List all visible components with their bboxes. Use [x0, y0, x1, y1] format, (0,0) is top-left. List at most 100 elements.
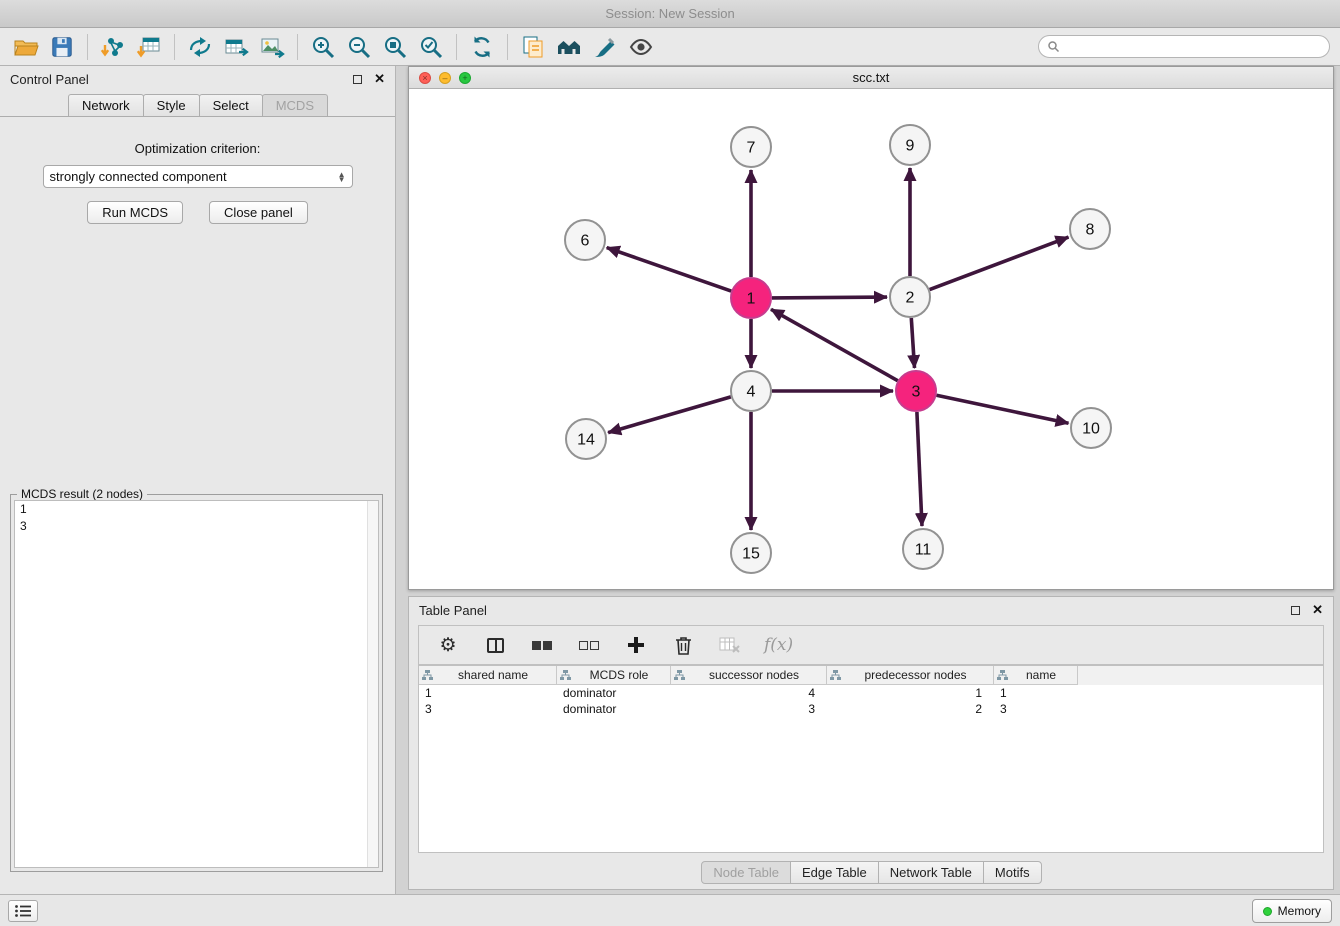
graph-node-8[interactable]: 8: [1070, 209, 1110, 249]
column-header-name[interactable]: name: [994, 666, 1078, 685]
table-cell[interactable]: 3: [671, 701, 827, 717]
search-input[interactable]: [1066, 40, 1321, 54]
column-header-successor-nodes[interactable]: successor nodes: [671, 666, 827, 685]
table-cell[interactable]: dominator: [557, 685, 671, 701]
tab-select[interactable]: Select: [199, 94, 263, 116]
table-cell[interactable]: 2: [827, 701, 994, 717]
trash-icon: [674, 635, 693, 656]
edge-2-8[interactable]: [930, 237, 1069, 290]
table-cell[interactable]: dominator: [557, 701, 671, 717]
edge-3-1[interactable]: [771, 309, 898, 380]
show-graphics-button[interactable]: [623, 31, 659, 63]
graph-node-1[interactable]: 1: [731, 278, 771, 318]
delete-column-button[interactable]: [670, 632, 696, 658]
memory-button[interactable]: Memory: [1252, 899, 1332, 923]
table-cell[interactable]: 3: [994, 701, 1078, 717]
zoom-fit-button[interactable]: [377, 31, 413, 63]
tab-node-table[interactable]: Node Table: [701, 861, 791, 884]
table-cell[interactable]: 3: [419, 701, 557, 717]
graph-node-9[interactable]: 9: [890, 125, 930, 165]
graph-node-11[interactable]: 11: [903, 529, 943, 569]
table-cell[interactable]: 1: [994, 685, 1078, 701]
table-row[interactable]: 1dominator411: [419, 685, 1323, 701]
float-table-panel-icon[interactable]: [1291, 606, 1300, 615]
deselect-all-icon: [579, 641, 599, 650]
function-label: f(x): [764, 635, 793, 655]
graph-node-15[interactable]: 15: [731, 533, 771, 573]
edge-3-10[interactable]: [937, 395, 1069, 423]
table-cell[interactable]: 1: [419, 685, 557, 701]
maximize-window-icon[interactable]: +: [459, 72, 471, 84]
table-cell[interactable]: 1: [827, 685, 994, 701]
tab-style[interactable]: Style: [143, 94, 200, 116]
table-cell[interactable]: 4: [671, 685, 827, 701]
delete-table-icon: [719, 636, 741, 654]
graph-node-3[interactable]: 3: [896, 371, 936, 411]
memory-status-icon: [1263, 907, 1272, 916]
edge-3-11[interactable]: [917, 412, 922, 526]
tab-edge-table[interactable]: Edge Table: [790, 861, 879, 884]
edge-4-14[interactable]: [608, 397, 731, 433]
task-history-button[interactable]: [8, 900, 38, 922]
paint-style-icon: [592, 34, 618, 60]
sort-column-icon: [674, 670, 685, 681]
graph-node-4[interactable]: 4: [731, 371, 771, 411]
style-button[interactable]: [587, 31, 623, 63]
network-canvas[interactable]: 7 9 6 8 1 2 4 3 14 10 15 11: [409, 89, 1333, 589]
close-panel-button[interactable]: Close panel: [209, 201, 308, 224]
edge-1-2[interactable]: [772, 297, 887, 298]
edge-2-3[interactable]: [911, 318, 914, 368]
column-header-mcds-role[interactable]: MCDS role: [557, 666, 671, 685]
table-row[interactable]: 3dominator323: [419, 701, 1323, 717]
export-image-button[interactable]: [254, 31, 290, 63]
close-panel-icon[interactable]: ✕: [374, 71, 385, 87]
zoom-selected-button[interactable]: [413, 31, 449, 63]
node-label: 15: [742, 546, 760, 563]
control-panel: Control Panel ✕ NetworkStyleSelectMCDS O…: [0, 66, 396, 894]
import-table-button[interactable]: [131, 31, 167, 63]
select-all-rows-button[interactable]: [529, 632, 555, 658]
table-settings-button[interactable]: ⚙: [435, 632, 461, 658]
graph-node-2[interactable]: 2: [890, 277, 930, 317]
show-columns-button[interactable]: [482, 632, 508, 658]
tab-network[interactable]: Network: [68, 94, 144, 116]
export-table-button[interactable]: [218, 31, 254, 63]
graph-node-6[interactable]: 6: [565, 220, 605, 260]
zoom-out-icon: [346, 34, 372, 60]
zoom-in-button[interactable]: [305, 31, 341, 63]
run-mcds-button[interactable]: Run MCDS: [87, 201, 183, 224]
graph-node-7[interactable]: 7: [731, 127, 771, 167]
float-panel-icon[interactable]: [353, 75, 362, 84]
add-column-button[interactable]: [623, 632, 649, 658]
node-label: 9: [906, 138, 915, 155]
close-table-panel-icon[interactable]: ✕: [1312, 602, 1323, 618]
zoom-out-button[interactable]: [341, 31, 377, 63]
save-session-button[interactable]: [44, 31, 80, 63]
open-session-button[interactable]: [8, 31, 44, 63]
delete-table-button[interactable]: [717, 632, 743, 658]
minimize-window-icon[interactable]: –: [439, 72, 451, 84]
deselect-all-rows-button[interactable]: [576, 632, 602, 658]
edge-1-6[interactable]: [607, 248, 732, 292]
network-from-selection-button[interactable]: [515, 31, 551, 63]
tab-network-table[interactable]: Network Table: [878, 861, 984, 884]
folder-open-icon: [13, 34, 39, 60]
mcds-result-scrollbar[interactable]: [367, 501, 378, 867]
optimization-select[interactable]: strongly connected component ▲▼: [43, 165, 353, 188]
import-table-icon: [136, 34, 162, 60]
graph-node-10[interactable]: 10: [1071, 408, 1111, 448]
first-neighbors-button[interactable]: [551, 31, 587, 63]
node-label: 11: [915, 542, 932, 559]
export-network-button[interactable]: [182, 31, 218, 63]
graph-node-14[interactable]: 14: [566, 419, 606, 459]
column-header-shared-name[interactable]: shared name: [419, 666, 557, 685]
tab-mcds[interactable]: MCDS: [262, 94, 328, 116]
export-network-icon: [187, 34, 213, 60]
tab-motifs[interactable]: Motifs: [983, 861, 1042, 884]
column-header-predecessor-nodes[interactable]: predecessor nodes: [827, 666, 994, 685]
import-network-button[interactable]: [95, 31, 131, 63]
apply-function-button[interactable]: f(x): [764, 632, 793, 658]
close-window-icon[interactable]: ×: [419, 72, 431, 84]
search-field[interactable]: [1038, 35, 1330, 58]
refresh-button[interactable]: [464, 31, 500, 63]
